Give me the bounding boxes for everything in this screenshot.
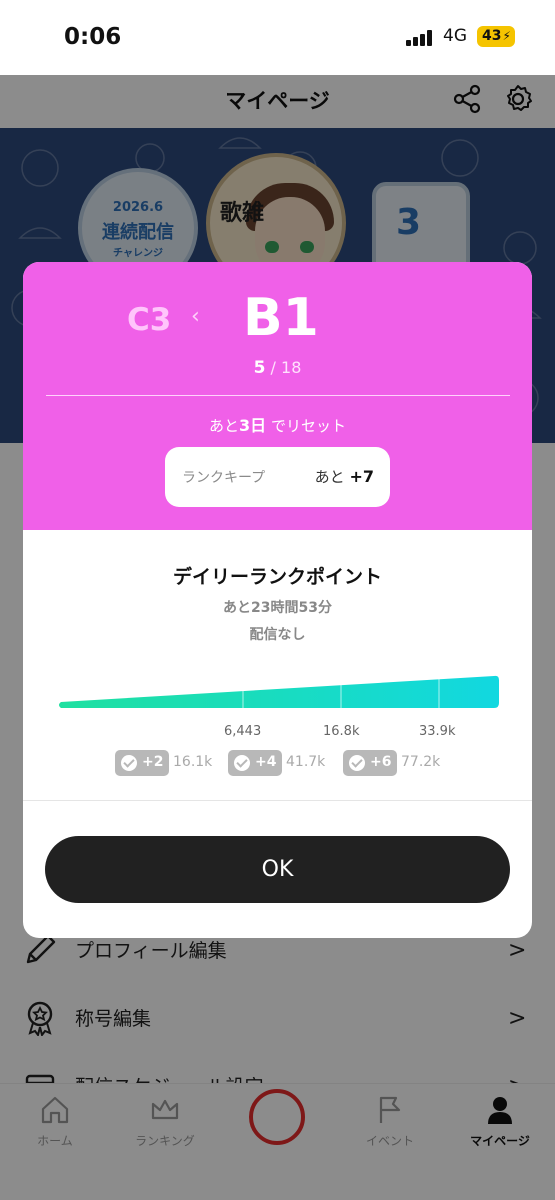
- daily-rank-title: デイリーランクポイント: [172, 566, 382, 588]
- rank-total: / 18: [270, 358, 302, 377]
- rank-keep-value: あと +7: [315, 466, 374, 487]
- check-icon: [234, 755, 250, 771]
- reset-suffix: でリセット: [270, 417, 346, 435]
- rank-modal: C3 ‹ B1 5 / 18 あと3日 でリセット ランクキープ あと +7 デ…: [23, 262, 532, 938]
- reward-threshold: 41.7k: [286, 754, 326, 770]
- network-label: 4G: [443, 26, 467, 46]
- reset-days: 3日: [239, 416, 267, 435]
- status-time: 0:06: [64, 24, 122, 50]
- reward-bonus: +2: [115, 750, 170, 776]
- check-icon: [121, 755, 137, 771]
- rank-keep-label: ランクキープ: [182, 470, 266, 486]
- status-bar: 0:06 4G 43⚡: [0, 0, 555, 75]
- battery-icon: 43⚡: [477, 26, 515, 47]
- progress-tick: 6,443: [224, 724, 262, 739]
- progress-tick: 33.9k: [419, 724, 456, 739]
- check-icon: [349, 755, 365, 771]
- reset-countdown: あと3日 でリセット: [23, 412, 532, 436]
- ok-button[interactable]: OK: [45, 836, 510, 903]
- reward-bonus: +4: [228, 750, 283, 776]
- daily-stream-status: 配信なし: [249, 627, 306, 643]
- current-rank: B1: [243, 288, 319, 348]
- reward-bonus: +6: [343, 750, 398, 776]
- rank-keep-points: +7: [349, 467, 374, 486]
- previous-rank: C3: [127, 302, 172, 338]
- battery-level: 43: [482, 28, 502, 44]
- progress-tick: 16.8k: [323, 724, 360, 739]
- signal-icon: [406, 30, 434, 46]
- reward-bonus-value: +2: [142, 754, 164, 770]
- divider: [46, 395, 510, 396]
- rank-position: 5 / 18: [23, 358, 532, 378]
- rank-keep-prefix: あと: [314, 468, 345, 486]
- reward-bonus-value: +4: [255, 754, 277, 770]
- rank-keep-box: ランクキープ あと +7: [165, 447, 390, 507]
- reward-bonus-value: +6: [370, 754, 392, 770]
- reset-prefix: あと: [209, 417, 240, 435]
- rank-header: C3 ‹ B1 5 / 18 あと3日 でリセット ランクキープ あと +7: [23, 262, 532, 530]
- chevron-left-icon: ‹: [191, 304, 200, 329]
- daily-progress-bar: [59, 674, 499, 708]
- reward-threshold: 77.2k: [401, 754, 441, 770]
- divider: [23, 800, 532, 801]
- daily-time-remaining: あと23時間53分: [223, 600, 332, 616]
- rank-position-value: 5: [253, 358, 266, 378]
- reward-threshold: 16.1k: [173, 754, 213, 770]
